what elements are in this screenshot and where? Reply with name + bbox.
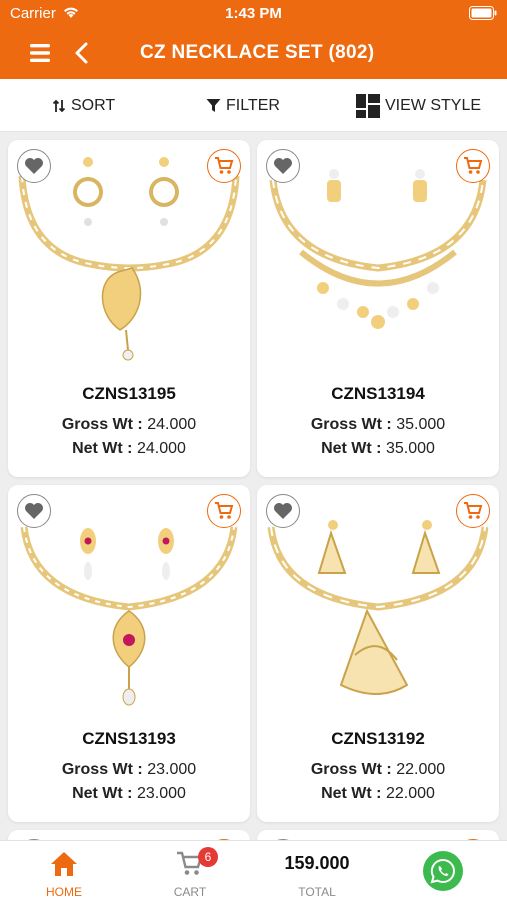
filter-button[interactable]: FILTER — [206, 79, 280, 132]
gross-weight-label: Gross Wt : — [61, 761, 143, 778]
cart-icon — [215, 502, 234, 519]
net-weight-label: Net Wt : — [72, 785, 133, 802]
grid-icon — [356, 93, 380, 118]
app-header: CZ NECKLACE SET (802) — [0, 28, 507, 79]
add-to-cart-button[interactable] — [456, 149, 490, 183]
net-weight: Net Wt : 24.000 — [8, 440, 250, 458]
product-code: CZNS13194 — [331, 384, 425, 403]
battery-icon — [469, 6, 497, 20]
back-icon[interactable] — [72, 41, 92, 65]
gross-weight-label: Gross Wt : — [310, 416, 392, 433]
net-weight-value: 35.000 — [385, 440, 435, 457]
status-bar: Carrier 1:43 PM — [0, 0, 507, 28]
net-weight-label: Net Wt : — [321, 785, 382, 802]
gross-weight-value: 24.000 — [147, 416, 197, 433]
total-label: TOTAL — [298, 885, 336, 899]
tab-home-label: HOME — [46, 885, 82, 899]
favorite-button[interactable] — [17, 149, 51, 183]
net-weight-value: 22.000 — [385, 785, 435, 802]
cart-icon — [464, 502, 483, 519]
product-card[interactable]: CZNS13192 Gross Wt : 22.000 Net Wt : 22.… — [257, 485, 499, 822]
product-card[interactable] — [257, 830, 499, 840]
net-weight-label: Net Wt : — [72, 440, 133, 457]
sort-button[interactable]: SORT — [52, 79, 115, 132]
favorite-button[interactable] — [17, 494, 51, 528]
sort-label: SORT — [71, 96, 116, 114]
cart-count-badge: 6 — [198, 847, 218, 867]
gross-weight-value: 22.000 — [396, 761, 446, 778]
product-card[interactable]: CZNS13195 Gross Wt : 24.000 Net Wt : 24.… — [8, 140, 250, 477]
heart-icon — [25, 158, 43, 174]
tab-cart-label: CART — [173, 885, 207, 899]
product-code: CZNS13192 — [331, 729, 425, 748]
total-value: 159.000 — [284, 853, 350, 873]
net-weight: Net Wt : 35.000 — [257, 440, 499, 458]
product-grid: CZNS13195 Gross Wt : 24.000 Net Wt : 24.… — [0, 132, 507, 840]
product-card[interactable]: CZNS13194 Gross Wt : 35.000 Net Wt : 35.… — [257, 140, 499, 477]
net-weight-value: 24.000 — [136, 440, 186, 457]
filter-label: FILTER — [226, 96, 280, 114]
page-title: CZ NECKLACE SET (802) — [140, 42, 375, 63]
sort-filter-toolbar: SORT FILTER VIEW STYLE — [0, 79, 507, 132]
net-weight-value: 23.000 — [136, 785, 186, 802]
filter-icon — [206, 99, 221, 112]
gross-weight-label: Gross Wt : — [310, 761, 392, 778]
bottom-navigation: HOME CART 6 159.000 TOTAL — [0, 840, 507, 900]
heart-icon — [274, 158, 292, 174]
gross-weight: Gross Wt : 35.000 — [257, 416, 499, 434]
gross-weight-value: 23.000 — [147, 761, 197, 778]
gross-weight: Gross Wt : 23.000 — [8, 761, 250, 779]
heart-icon — [274, 503, 292, 519]
menu-icon[interactable] — [28, 42, 52, 64]
net-weight-label: Net Wt : — [321, 440, 382, 457]
net-weight: Net Wt : 22.000 — [257, 785, 499, 803]
favorite-button[interactable] — [266, 494, 300, 528]
tab-home[interactable]: HOME — [34, 841, 94, 900]
heart-icon — [25, 503, 43, 519]
cart-icon — [464, 157, 483, 174]
cart-icon — [215, 157, 234, 174]
gross-weight: Gross Wt : 22.000 — [257, 761, 499, 779]
favorite-button[interactable] — [266, 149, 300, 183]
whatsapp-button[interactable] — [423, 851, 463, 891]
gross-weight-value: 35.000 — [396, 416, 446, 433]
add-to-cart-button[interactable] — [207, 149, 241, 183]
product-code: CZNS13193 — [82, 729, 176, 748]
home-icon — [51, 852, 77, 876]
view-style-label: VIEW STYLE — [385, 96, 482, 114]
sort-icon — [52, 99, 66, 112]
clock: 1:43 PM — [225, 5, 282, 22]
gross-weight: Gross Wt : 24.000 — [8, 416, 250, 434]
net-weight: Net Wt : 23.000 — [8, 785, 250, 803]
product-card[interactable] — [8, 830, 250, 840]
product-code: CZNS13195 — [82, 384, 176, 403]
whatsapp-icon — [430, 858, 455, 884]
product-card[interactable]: CZNS13193 Gross Wt : 23.000 Net Wt : 23.… — [8, 485, 250, 822]
add-to-cart-button[interactable] — [456, 494, 490, 528]
add-to-cart-button[interactable] — [207, 494, 241, 528]
view-style-button[interactable]: VIEW STYLE — [356, 79, 481, 132]
gross-weight-label: Gross Wt : — [61, 416, 143, 433]
